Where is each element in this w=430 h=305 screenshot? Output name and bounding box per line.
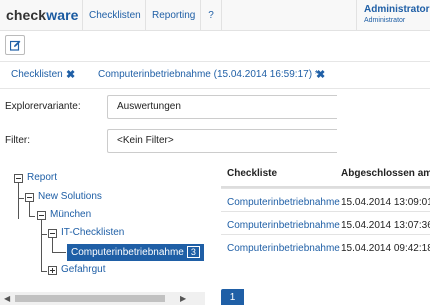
table-row[interactable]: Computerinbetriebnahme 15.04.2014 09:42:… <box>221 234 430 260</box>
tree-node-label: Computerinbetriebnahme <box>71 247 184 258</box>
breadcrumb-current-checklist[interactable]: Computerinbetriebnahme (15.04.2014 16:59… <box>98 69 319 80</box>
category-tree: Report New Solutions München IT-Checklis… <box>0 166 205 305</box>
count-badge: 3 <box>186 246 200 258</box>
completed-date: 15.04.2014 13:09:01 <box>341 197 430 208</box>
tree-horizontal-scrollbar[interactable]: ◀ ▶ <box>0 292 205 305</box>
brand-prefix: check <box>6 7 47 23</box>
expand-icon[interactable] <box>48 266 57 275</box>
tree-connector <box>41 234 42 271</box>
tree-node-gefahrgut[interactable]: Gefahrgut <box>61 264 105 275</box>
tree-node-new-solutions[interactable]: New Solutions <box>38 191 102 202</box>
collapse-icon[interactable] <box>25 193 34 202</box>
pagination-page-1[interactable]: 1 <box>221 289 244 305</box>
edit-button[interactable] <box>5 35 25 55</box>
top-navbar: checkware Checklisten Reporting ? Admini… <box>0 0 430 31</box>
checklist-link[interactable]: Computerinbetriebnahme <box>227 220 340 231</box>
tree-connector <box>41 220 42 234</box>
completed-date: 15.04.2014 13:07:36 <box>341 220 430 231</box>
tree-node-computerinbetriebnahme[interactable]: Computerinbetriebnahme 3 <box>67 244 204 261</box>
tree-node-it-checklisten[interactable]: IT-Checklisten <box>61 227 124 238</box>
nav-checklisten[interactable]: Checklisten <box>82 0 147 31</box>
column-header-checkliste[interactable]: Checkliste <box>227 168 277 179</box>
filter-label: Filter: <box>5 135 30 146</box>
column-header-abgeschlossen[interactable]: Abgeschlossen am <box>341 168 430 179</box>
user-name: Administrator <box>364 4 430 15</box>
tree-connector <box>52 238 53 252</box>
user-menu[interactable]: Administrator˅ Administrator <box>356 0 430 31</box>
explorer-variant-select[interactable]: Auswertungen <box>107 95 337 119</box>
explorer-variant-label: Explorervariante: <box>5 101 81 112</box>
collapse-icon[interactable] <box>14 174 23 183</box>
brand-logo[interactable]: checkware <box>6 7 79 23</box>
breadcrumb-checklisten[interactable]: Checklisten <box>11 69 63 80</box>
collapse-icon[interactable] <box>48 229 57 238</box>
completed-date: 15.04.2014 09:42:18 <box>341 243 430 254</box>
nav-help[interactable]: ? <box>200 0 222 31</box>
scroll-right-icon[interactable]: ▶ <box>180 294 186 303</box>
tree-connector <box>41 271 47 272</box>
toolbar-divider <box>0 61 430 62</box>
filter-select[interactable]: <Kein Filter> <box>107 129 337 153</box>
tree-connector <box>29 202 30 216</box>
nav-reporting[interactable]: Reporting <box>145 0 201 31</box>
close-icon[interactable]: ✖ <box>66 68 75 81</box>
tree-connector <box>52 252 66 253</box>
scrollbar-thumb[interactable] <box>15 295 165 302</box>
tree-connector <box>29 216 35 217</box>
edit-icon <box>10 40 21 51</box>
user-role: Administrator <box>364 17 406 24</box>
close-icon[interactable]: ✖ <box>316 68 325 81</box>
scroll-left-icon[interactable]: ◀ <box>4 294 10 303</box>
tree-connector <box>18 198 24 199</box>
breadcrumb-divider <box>0 88 430 89</box>
tree-node-report[interactable]: Report <box>27 172 57 183</box>
collapse-icon[interactable] <box>37 211 46 220</box>
checklist-link[interactable]: Computerinbetriebnahme <box>227 243 340 254</box>
tree-connector <box>18 183 19 219</box>
tree-node-muenchen[interactable]: München <box>50 209 91 220</box>
brand-suffix: ware <box>46 7 79 23</box>
checklist-link[interactable]: Computerinbetriebnahme <box>227 197 340 208</box>
